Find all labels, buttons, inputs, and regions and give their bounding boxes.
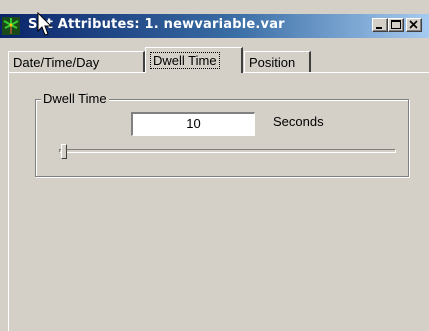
- tab-label: Position: [249, 55, 296, 70]
- tab-strip: Date/Time/Day Dwell Time Position: [0, 47, 429, 73]
- close-button[interactable]: [406, 18, 422, 32]
- dwell-time-input[interactable]: 10: [131, 112, 255, 136]
- close-icon: [409, 20, 418, 29]
- dwell-time-group: [35, 99, 409, 177]
- palm-tree-icon[interactable]: [2, 17, 20, 35]
- tab-label: Date/Time/Day: [13, 55, 100, 70]
- dwell-time-slider-track[interactable]: [59, 149, 396, 153]
- maximize-icon: [391, 20, 401, 29]
- title-bar[interactable]: Set Attributes: 1. newvariable.var: [0, 12, 429, 38]
- tab-date-time-day[interactable]: Date/Time/Day: [8, 51, 145, 72]
- window-title: Set Attributes: 1. newvariable.var: [28, 17, 285, 32]
- minimize-button[interactable]: [372, 18, 388, 32]
- dwell-time-group-label: Dwell Time: [41, 91, 109, 106]
- minimize-icon: [376, 27, 382, 29]
- dwell-time-slider-thumb[interactable]: [61, 144, 67, 159]
- mouse-cursor-icon: [37, 12, 53, 36]
- tab-label: Dwell Time: [150, 52, 220, 69]
- seconds-label: Seconds: [273, 114, 324, 129]
- maximize-button[interactable]: [388, 18, 404, 32]
- tab-position[interactable]: Position: [244, 51, 311, 72]
- tab-dwell-time[interactable]: Dwell Time: [145, 47, 243, 73]
- window-frame-left: [0, 38, 8, 331]
- dialog-window: Set Attributes: 1. newvariable.var Date/…: [0, 0, 429, 331]
